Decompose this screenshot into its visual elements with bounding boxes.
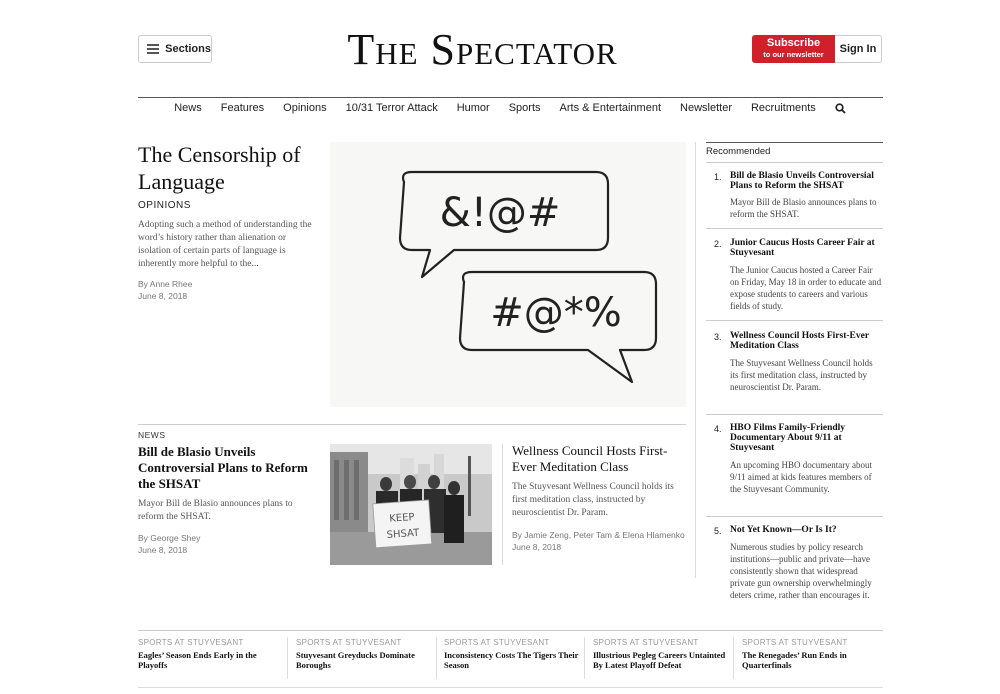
nav-item-news[interactable]: News <box>174 102 202 118</box>
recommended-item-4[interactable]: 4. HBO Films Family-Friendly Documentary… <box>706 423 883 511</box>
recommended-title[interactable]: HBO Films Family-Friendly Documentary Ab… <box>730 423 883 453</box>
nav-item-terror-attack[interactable]: 10/31 Terror Attack <box>346 102 438 118</box>
recommended-item-3[interactable]: 3. Wellness Council Hosts First-Ever Med… <box>706 331 883 409</box>
recommended-title[interactable]: Not Yet Known—Or Is It? <box>730 525 883 535</box>
sports-title[interactable]: The Renegades’ Run Ends in Quarterfinals <box>742 650 882 670</box>
recommended-title[interactable]: Bill de Blasio Unveils Controversial Pla… <box>730 171 883 191</box>
lead-story-author[interactable]: By Anne Rhee <box>138 278 192 290</box>
sports-divider <box>584 637 585 679</box>
sports-kicker: SPORTS AT STUYVESANT <box>593 638 699 647</box>
recommended-number: 1. <box>714 172 722 182</box>
nav-item-sports[interactable]: Sports <box>509 102 541 118</box>
sports-strip-top-rule <box>138 630 883 631</box>
lead-story-section[interactable]: OPINIONS <box>138 200 191 211</box>
story3-summary: The Stuyvesant Wellness Council holds it… <box>512 482 674 518</box>
nav-top-divider <box>138 97 883 98</box>
sports-divider <box>287 637 288 679</box>
sports-title[interactable]: Illustrious Pegleg Careers Untainted By … <box>593 650 733 670</box>
recommended-item-1[interactable]: 1. Bill de Blasio Unveils Controversial … <box>706 171 883 226</box>
sign-text-line2: SHSAT <box>386 528 420 541</box>
story3-byline: By Jamie Zeng, Peter Tam & Elena Hlamenk… <box>512 529 685 553</box>
sign-text-line1: KEEP <box>389 512 415 525</box>
search-icon[interactable] <box>835 103 847 115</box>
recommended-divider <box>706 228 883 229</box>
recommended-divider <box>706 516 883 517</box>
subscribe-button[interactable]: Subscribe to our newsletter <box>752 35 835 63</box>
nav-item-newsletter[interactable]: Newsletter <box>680 102 732 118</box>
lead-story-summary: Adopting such a method of understanding … <box>138 220 312 269</box>
recommended-number: 5. <box>714 526 722 536</box>
main-nav: News Features Opinions 10/31 Terror Atta… <box>138 102 883 118</box>
sports-title[interactable]: Eagles’ Season Ends Early in the Playoff… <box>138 650 278 670</box>
lead-story-byline: By Anne Rhee June 8, 2018 <box>138 278 192 302</box>
recommended-summary: Mayor Bill de Blasio announces plans to … <box>730 197 877 219</box>
sign-in-button[interactable]: Sign In <box>835 35 882 63</box>
recommended-number: 4. <box>714 424 722 434</box>
sports-kicker: SPORTS AT STUYVESANT <box>138 638 244 647</box>
sports-title[interactable]: Stuyvesant Greyducks Dominate Boroughs <box>296 650 436 670</box>
nav-item-features[interactable]: Features <box>221 102 264 118</box>
story3-title[interactable]: Wellness Council Hosts First-Ever Medita… <box>512 443 687 475</box>
recommended-summary: An upcoming HBO documentary about 9/11 a… <box>730 460 872 494</box>
hamburger-icon <box>147 44 160 54</box>
story3-authors[interactable]: By Jamie Zeng, Peter Tam & Elena Hlamenk… <box>512 529 685 541</box>
story3-date: June 8, 2018 <box>512 542 562 552</box>
sports-kicker: SPORTS AT STUYVESANT <box>296 638 402 647</box>
sports-item-1[interactable]: SPORTS AT STUYVESANT Eagles’ Season Ends… <box>138 637 278 670</box>
sports-title[interactable]: Inconsistency Costs The Tigers Their Sea… <box>444 650 584 670</box>
story2-section[interactable]: NEWS <box>138 430 166 440</box>
lead-story-date: June 8, 2018 <box>138 291 188 301</box>
recommended-number: 2. <box>714 239 722 249</box>
nav-item-opinions[interactable]: Opinions <box>283 102 326 118</box>
recommended-divider <box>706 162 883 163</box>
recommended-heading: Recommended <box>706 146 771 157</box>
story2-summary: Mayor Bill de Blasio announces plans to … <box>138 499 293 522</box>
sections-menu-button[interactable]: Sections <box>138 35 212 63</box>
recommended-divider <box>706 414 883 415</box>
sports-kicker: SPORTS AT STUYVESANT <box>742 638 848 647</box>
recommended-summary: Numerous studies by policy research inst… <box>730 542 872 600</box>
story2-title[interactable]: Bill de Blasio Unveils Controversial Pla… <box>138 444 318 492</box>
sections-label: Sections <box>165 43 211 55</box>
masthead-logo[interactable]: The Spectator <box>300 26 665 74</box>
story2-date: June 8, 2018 <box>138 545 188 555</box>
sports-item-5[interactable]: SPORTS AT STUYVESANT The Renegades’ Run … <box>742 637 882 670</box>
subscribe-sublabel: to our newsletter <box>763 50 824 59</box>
recommended-item-5[interactable]: 5. Not Yet Known—Or Is It? Numerous stud… <box>706 525 883 615</box>
recommended-divider <box>706 320 883 321</box>
story2-byline: By George Shey June 8, 2018 <box>138 532 200 556</box>
nav-item-arts[interactable]: Arts & Entertainment <box>560 102 662 118</box>
story2-author[interactable]: By George Shey <box>138 532 200 544</box>
subscribe-label: Subscribe <box>766 37 821 49</box>
lead-story-title[interactable]: The Censorship of Language <box>138 141 323 195</box>
sports-strip-bottom-rule <box>138 687 883 688</box>
sports-divider <box>733 637 734 679</box>
sports-divider <box>436 637 437 679</box>
story-column-divider <box>502 444 503 565</box>
recommended-top-rule <box>706 142 883 143</box>
recommended-title[interactable]: Junior Caucus Hosts Career Fair at Stuyv… <box>730 238 883 258</box>
sports-item-4[interactable]: SPORTS AT STUYVESANT Illustrious Pegleg … <box>593 637 733 670</box>
recommended-number: 3. <box>714 332 722 342</box>
mid-divider <box>138 424 686 425</box>
recommended-summary: The Stuyvesant Wellness Council holds it… <box>730 358 873 392</box>
recommended-title[interactable]: Wellness Council Hosts First-Ever Medita… <box>730 331 883 351</box>
sports-kicker: SPORTS AT STUYVESANT <box>444 638 550 647</box>
story2-photo[interactable]: KEEP SHSAT <box>330 444 492 565</box>
bubble-text-1: &!@# <box>440 190 561 236</box>
bubble-text-2: #@*% <box>490 290 622 336</box>
nav-item-recruitments[interactable]: Recruitments <box>751 102 816 118</box>
sports-item-3[interactable]: SPORTS AT STUYVESANT Inconsistency Costs… <box>444 637 584 670</box>
sidebar-divider <box>695 142 696 578</box>
nav-item-humor[interactable]: Humor <box>457 102 490 118</box>
sports-item-2[interactable]: SPORTS AT STUYVESANT Stuyvesant Greyduck… <box>296 637 436 670</box>
recommended-item-2[interactable]: 2. Junior Caucus Hosts Career Fair at St… <box>706 238 883 316</box>
recommended-summary: The Junior Caucus hosted a Career Fair o… <box>730 265 882 311</box>
lead-story-illustration[interactable]: &!@# #@*% <box>330 142 686 407</box>
